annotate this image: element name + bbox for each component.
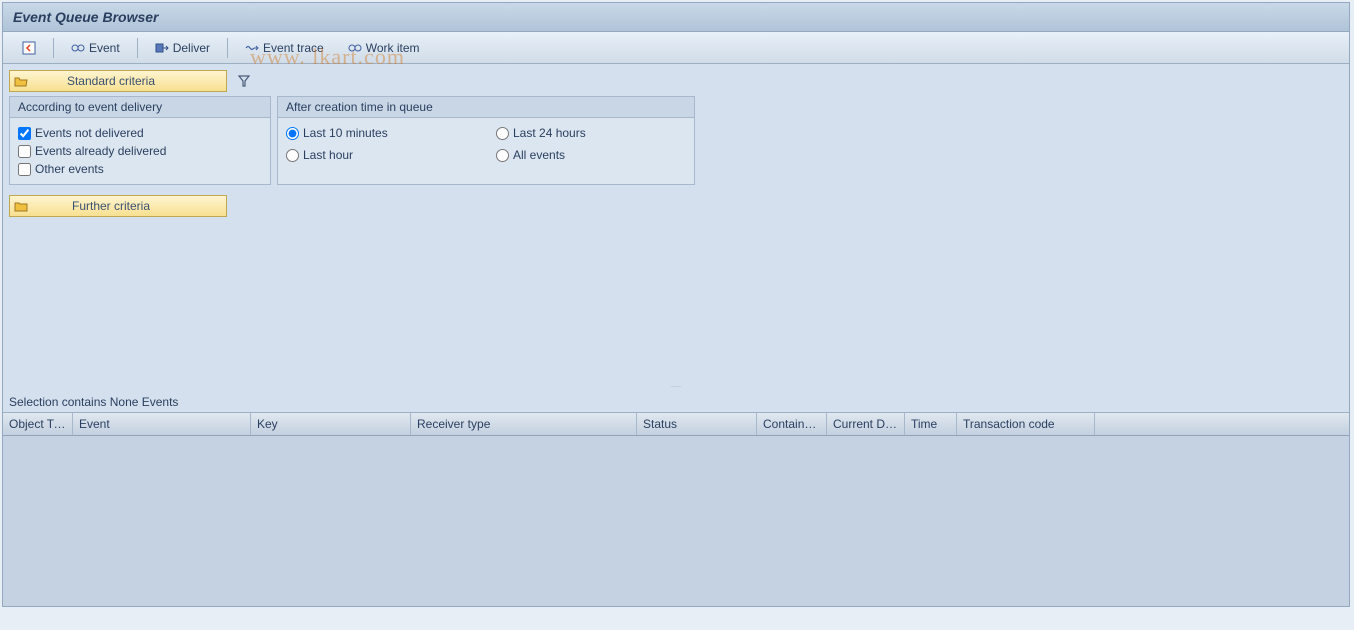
radio-label: Last hour xyxy=(303,148,353,162)
delivery-groupbox: According to event delivery Events not d… xyxy=(9,96,271,185)
checkbox-not-delivered[interactable] xyxy=(18,127,31,140)
check-label: Events already delivered xyxy=(35,144,166,158)
glasses-icon xyxy=(71,41,85,55)
checkbox-already-delivered[interactable] xyxy=(18,145,31,158)
col-key[interactable]: Key xyxy=(251,413,411,435)
event-trace-button[interactable]: Event trace xyxy=(234,37,335,59)
check-not-delivered[interactable]: Events not delivered xyxy=(18,124,262,142)
main-window: Event Queue Browser Event Deliver Ev xyxy=(2,2,1350,607)
col-transaction-code[interactable]: Transaction code xyxy=(957,413,1095,435)
radio-input-10min[interactable] xyxy=(286,127,299,140)
time-groupbox: After creation time in queue Last 10 min… xyxy=(277,96,695,185)
col-event[interactable]: Event xyxy=(73,413,251,435)
deliver-button-label: Deliver xyxy=(173,41,210,55)
check-already-delivered[interactable]: Events already delivered xyxy=(18,142,262,160)
radio-label: All events xyxy=(513,148,565,162)
standard-criteria-button[interactable]: Standard criteria xyxy=(9,70,227,92)
radio-last-hour[interactable]: Last hour xyxy=(286,146,476,164)
toolbar-separator xyxy=(53,38,54,58)
check-label: Events not delivered xyxy=(35,126,144,140)
standard-criteria-label: Standard criteria xyxy=(36,74,186,88)
work-item-label: Work item xyxy=(366,41,420,55)
col-current-date[interactable]: Current Date xyxy=(827,413,905,435)
criteria-area: Standard criteria According to event del… xyxy=(3,64,1349,384)
selection-status: Selection contains None Events xyxy=(3,392,1349,412)
results-table: Object Type Event Key Receiver type Stat… xyxy=(3,412,1349,606)
time-title: After creation time in queue xyxy=(278,97,694,118)
deliver-button[interactable]: Deliver xyxy=(144,37,221,59)
open-folder-icon xyxy=(14,75,28,87)
radio-label: Last 24 hours xyxy=(513,126,586,140)
radio-last-10-min[interactable]: Last 10 minutes xyxy=(286,124,476,142)
filter-button[interactable] xyxy=(233,71,255,91)
toolbar-separator xyxy=(227,38,228,58)
folder-icon xyxy=(14,200,28,212)
check-label: Other events xyxy=(35,162,104,176)
filter-icon xyxy=(237,74,251,88)
delivery-title: According to event delivery xyxy=(10,97,270,118)
event-button-label: Event xyxy=(89,41,120,55)
window-title: Event Queue Browser xyxy=(3,3,1349,32)
horizontal-splitter[interactable]: ····· xyxy=(3,384,1349,392)
table-header-row: Object Type Event Key Receiver type Stat… xyxy=(3,413,1349,436)
trace-button-label: Event trace xyxy=(263,41,324,55)
col-object-type[interactable]: Object Type xyxy=(3,413,73,435)
checkbox-other-events[interactable] xyxy=(18,163,31,176)
radio-last-24-hours[interactable]: Last 24 hours xyxy=(496,124,686,142)
radio-all-events[interactable]: All events xyxy=(496,146,686,164)
toolbar-separator xyxy=(137,38,138,58)
deliver-icon xyxy=(155,41,169,55)
radio-input-all[interactable] xyxy=(496,149,509,162)
radio-label: Last 10 minutes xyxy=(303,126,388,140)
table-body-empty xyxy=(3,436,1349,606)
back-icon xyxy=(22,41,36,55)
application-toolbar: Event Deliver Event trace Work item xyxy=(3,32,1349,64)
col-receiver-type[interactable]: Receiver type xyxy=(411,413,637,435)
col-container[interactable]: Container e.. xyxy=(757,413,827,435)
work-item-button[interactable]: Work item xyxy=(337,37,431,59)
col-status[interactable]: Status xyxy=(637,413,757,435)
glasses-icon xyxy=(348,41,362,55)
check-other-events[interactable]: Other events xyxy=(18,160,262,178)
back-button[interactable] xyxy=(11,37,47,59)
radio-input-hour[interactable] xyxy=(286,149,299,162)
trace-icon xyxy=(245,41,259,55)
further-criteria-button[interactable]: Further criteria xyxy=(9,195,227,217)
further-criteria-label: Further criteria xyxy=(36,199,186,213)
event-button[interactable]: Event xyxy=(60,37,131,59)
radio-input-24h[interactable] xyxy=(496,127,509,140)
col-time[interactable]: Time xyxy=(905,413,957,435)
